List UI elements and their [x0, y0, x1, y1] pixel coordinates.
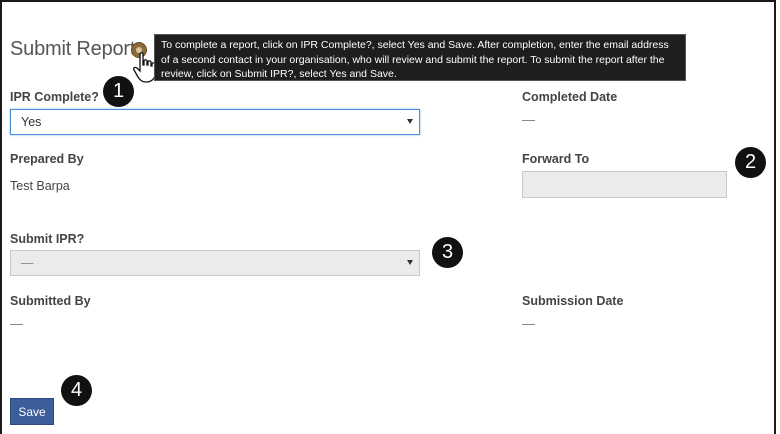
- ipr-complete-value: Yes: [21, 115, 42, 129]
- prepared-by-value: Test Barpa: [10, 179, 70, 193]
- ipr-complete-label: IPR Complete?: [10, 90, 99, 104]
- submit-ipr-select[interactable]: —: [10, 250, 420, 276]
- page-title: Submit Report: [10, 38, 136, 60]
- submitted-by-label: Submitted By: [10, 294, 91, 308]
- callout-badge-4: 4: [61, 375, 92, 406]
- submission-date-label: Submission Date: [522, 294, 624, 308]
- submit-ipr-value: —: [21, 256, 34, 270]
- help-tooltip: To complete a report, click on IPR Compl…: [154, 34, 686, 81]
- completed-date-label: Completed Date: [522, 90, 618, 104]
- forward-to-label: Forward To: [522, 152, 590, 166]
- submitted-by-value: —: [10, 316, 23, 331]
- callout-badge-2: 2: [735, 147, 766, 178]
- callout-badge-1: 1: [103, 76, 134, 107]
- forward-to-input[interactable]: [522, 171, 727, 198]
- submit-ipr-label: Submit IPR?: [10, 232, 85, 246]
- submission-date-value: —: [522, 316, 535, 331]
- callout-badge-3: 3: [432, 237, 463, 268]
- chevron-down-icon: [407, 260, 413, 265]
- prepared-by-label: Prepared By: [10, 152, 84, 166]
- save-button[interactable]: Save: [10, 398, 54, 425]
- completed-date-value: —: [522, 112, 535, 127]
- chevron-down-icon: [407, 119, 413, 124]
- ipr-complete-select[interactable]: Yes: [10, 109, 420, 135]
